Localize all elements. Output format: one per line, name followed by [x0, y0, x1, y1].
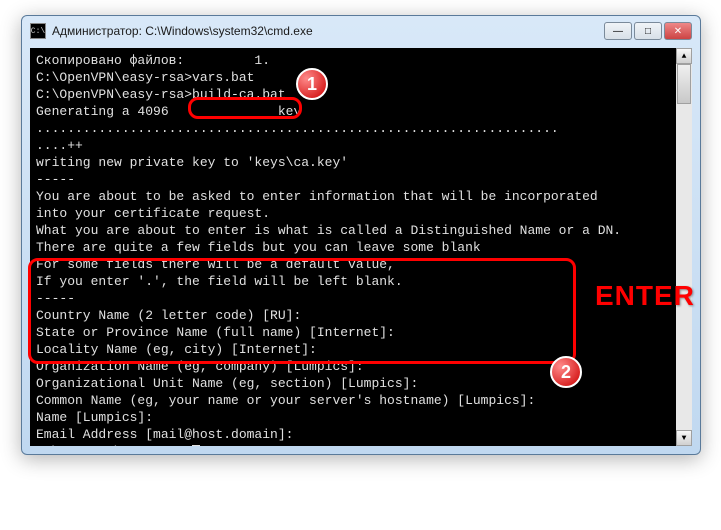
- console-line: C:\OpenVPN\easy-rsa>build-ca.bat: [36, 86, 686, 103]
- titlebar[interactable]: C:\ Администратор: C:\Windows\system32\c…: [22, 16, 700, 46]
- scroll-thumb[interactable]: [677, 64, 691, 104]
- console-line: Organization Name (eg, company) [Lumpics…: [36, 358, 686, 375]
- cmd-icon: C:\: [30, 23, 46, 39]
- scroll-down-button[interactable]: ▼: [676, 430, 692, 446]
- console-line: You are about to be asked to enter infor…: [36, 188, 686, 205]
- console-line: writing new private key to 'keys\ca.key': [36, 154, 686, 171]
- cursor: [192, 445, 200, 446]
- cmd-window: C:\ Администратор: C:\Windows\system32\c…: [21, 15, 701, 455]
- console-line: ....++: [36, 137, 686, 154]
- console-line: Name [Lumpics]:: [36, 409, 686, 426]
- console-line: Common Name (eg, your name or your serve…: [36, 392, 686, 409]
- console-line: C:\OpenVPN\easy-rsa>: [36, 443, 686, 446]
- window-controls: — □ ✕: [604, 22, 692, 40]
- callout-1: 1: [296, 68, 328, 100]
- console-line: into your certificate request.: [36, 205, 686, 222]
- console-line: ........................................…: [36, 120, 686, 137]
- console-line: Country Name (2 letter code) [RU]:: [36, 307, 686, 324]
- console-line: Organizational Unit Name (eg, section) […: [36, 375, 686, 392]
- console-line: If you enter '.', the field will be left…: [36, 273, 686, 290]
- console-line: What you are about to enter is what is c…: [36, 222, 686, 239]
- console-line: State or Province Name (full name) [Inte…: [36, 324, 686, 341]
- enter-label: ENTER: [595, 280, 695, 312]
- callout-2: 2: [550, 356, 582, 388]
- console-line: C:\OpenVPN\easy-rsa>vars.bat: [36, 69, 686, 86]
- window-title: Администратор: C:\Windows\system32\cmd.e…: [52, 24, 604, 38]
- console-line: There are quite a few fields but you can…: [36, 239, 686, 256]
- console-line: Locality Name (eg, city) [Internet]:: [36, 341, 686, 358]
- scroll-up-button[interactable]: ▲: [676, 48, 692, 64]
- console-line: Email Address [mail@host.domain]:: [36, 426, 686, 443]
- minimize-button[interactable]: —: [604, 22, 632, 40]
- close-button[interactable]: ✕: [664, 22, 692, 40]
- scrollbar[interactable]: ▲ ▼: [676, 48, 692, 446]
- console-line: Generating a 4096 key: [36, 103, 686, 120]
- console-line: -----: [36, 290, 686, 307]
- maximize-button[interactable]: □: [634, 22, 662, 40]
- console-line: Скопировано файлов: 1.: [36, 52, 686, 69]
- console-output[interactable]: Скопировано файлов: 1.C:\OpenVPN\easy-rs…: [30, 48, 692, 446]
- console-line: For some fields there will be a default …: [36, 256, 686, 273]
- console-line: -----: [36, 171, 686, 188]
